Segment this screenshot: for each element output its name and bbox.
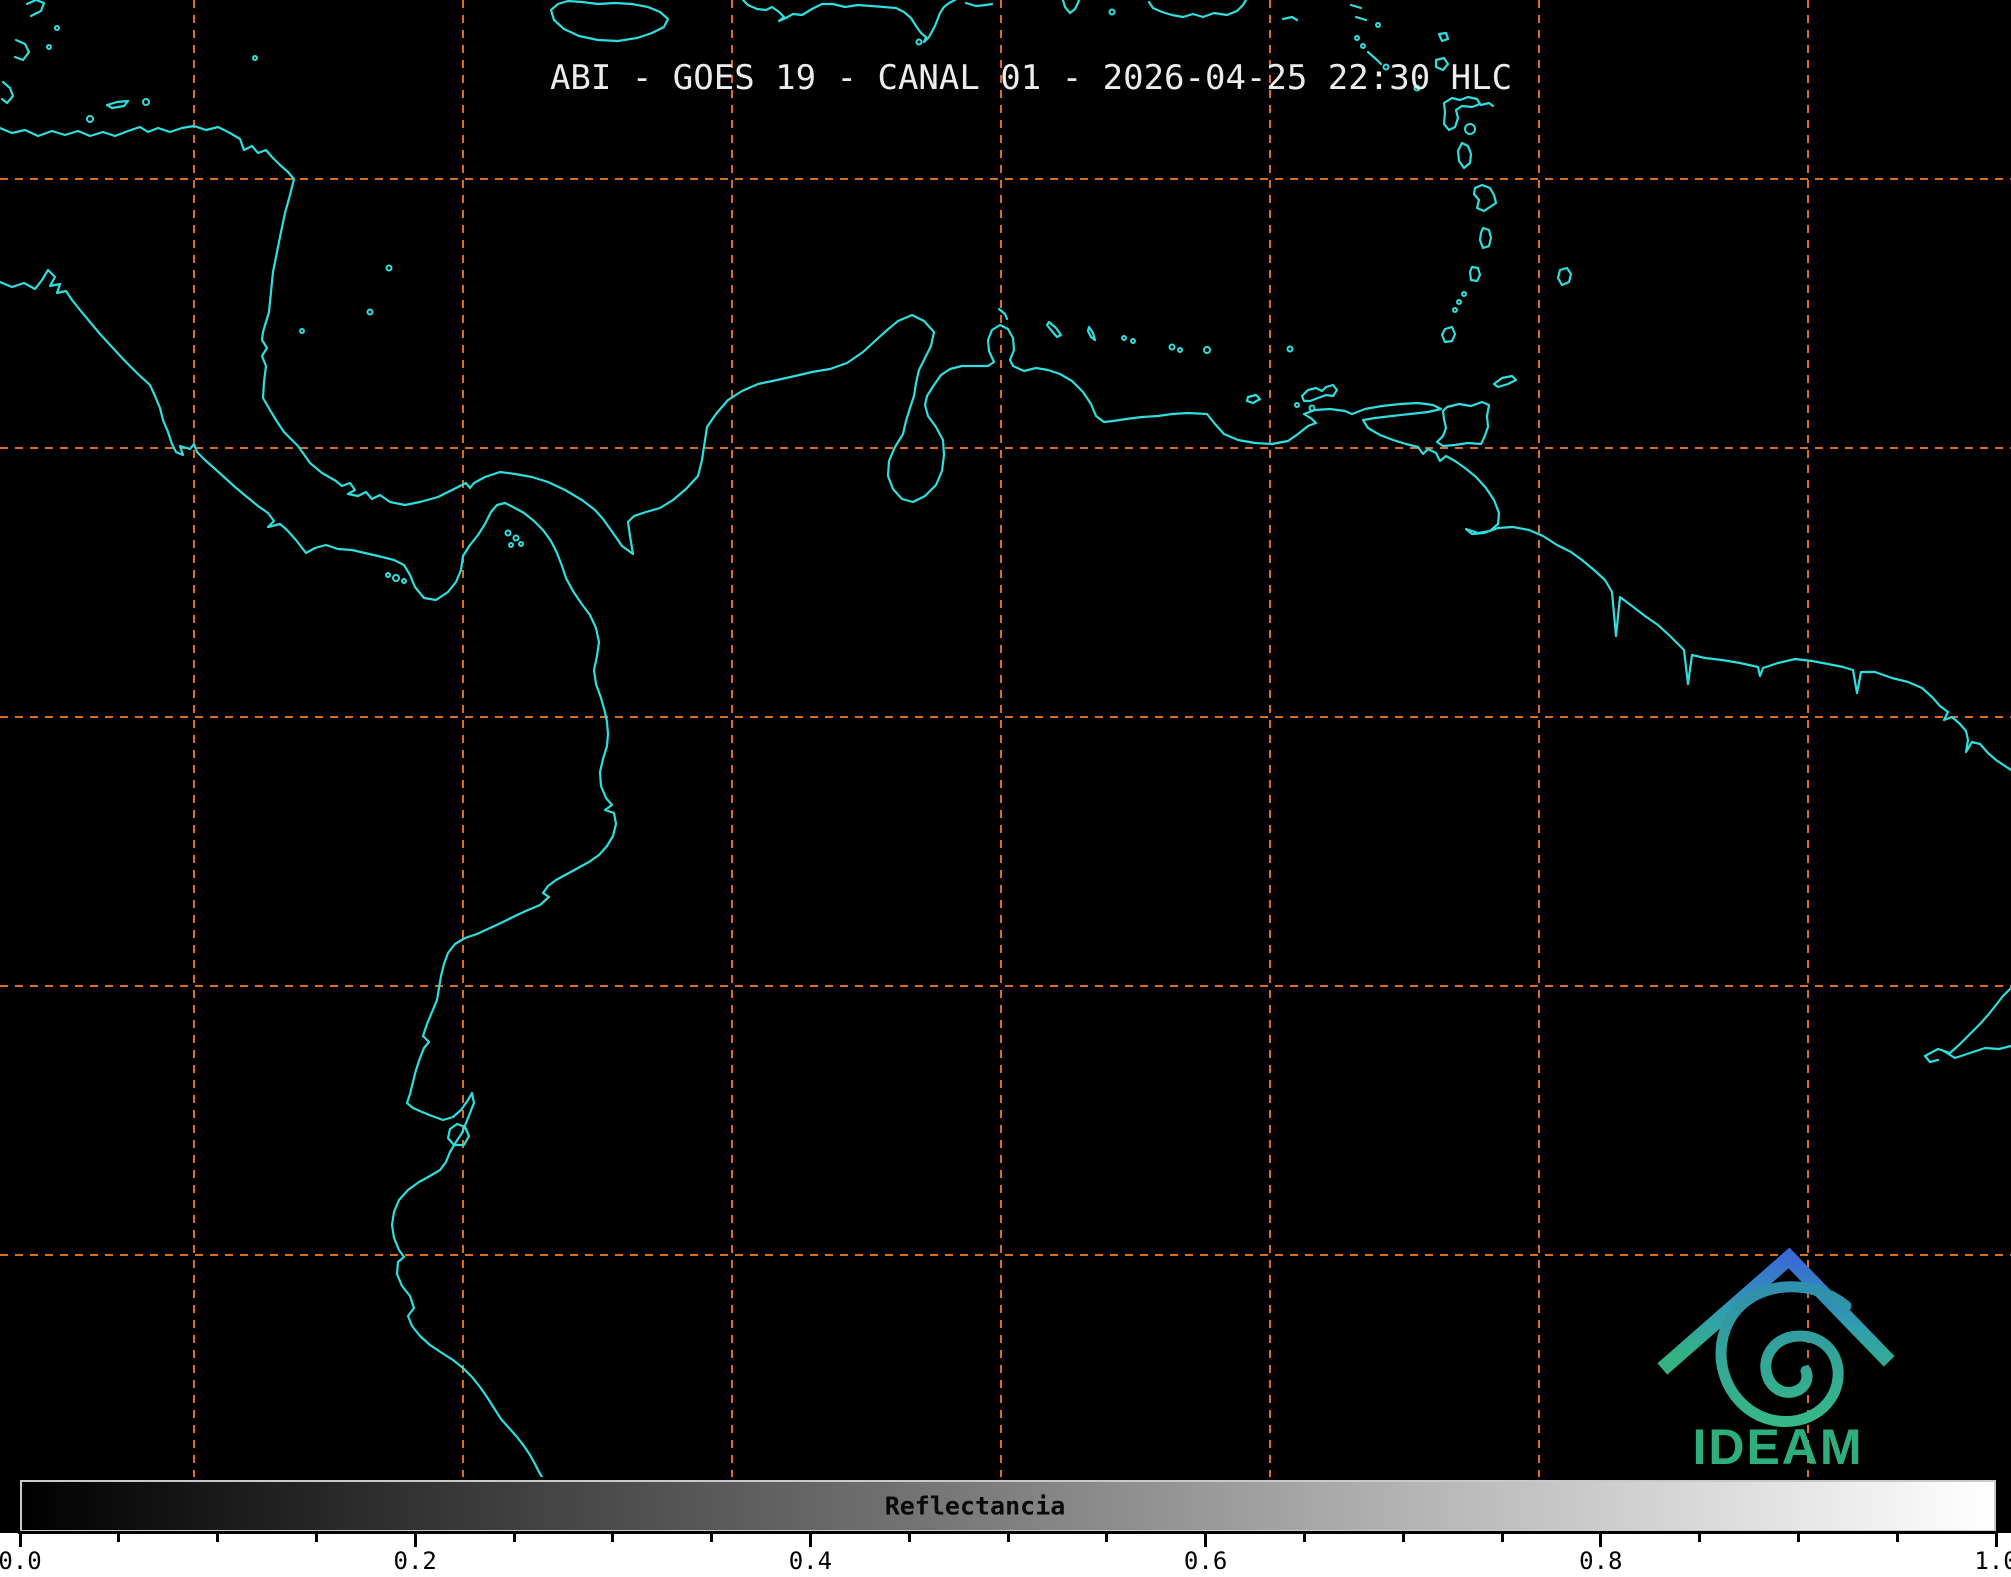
colorbar-tick-label: 0.2 [394, 1547, 437, 1575]
colorbar-tick-label: 0.6 [1184, 1547, 1227, 1575]
colorbar-major-tick [1995, 1533, 1998, 1547]
colorbar-tick-label: 0.8 [1579, 1547, 1622, 1575]
colorbar-axis-strip [0, 1533, 2011, 1577]
satellite-image-screen: IDEAM ABI - GOES 19 - CANAL 01 - 2026-04… [0, 0, 2011, 1577]
ideam-logo-text: IDEAM [1692, 1419, 1863, 1475]
colorbar-minor-tick [1105, 1533, 1108, 1542]
colorbar-major-tick [414, 1533, 417, 1547]
colorbar-label: Reflectancia [885, 1492, 1066, 1521]
colorbar-minor-tick [117, 1533, 120, 1542]
colorbar-tick-label: 1.0 [1974, 1547, 2011, 1575]
map-canvas: IDEAM [0, 0, 2011, 1477]
colorbar-minor-tick [1501, 1533, 1504, 1542]
colorbar-minor-tick [513, 1533, 516, 1542]
colorbar-major-tick [809, 1533, 812, 1547]
colorbar-minor-tick [1303, 1533, 1306, 1542]
colorbar-minor-tick [908, 1533, 911, 1542]
colorbar-major-tick [1599, 1533, 1602, 1547]
colorbar-major-tick [1204, 1533, 1207, 1547]
map-area: IDEAM ABI - GOES 19 - CANAL 01 - 2026-04… [0, 0, 2011, 1477]
colorbar-minor-tick [1007, 1533, 1010, 1542]
colorbar-tick-label: 0.4 [789, 1547, 832, 1575]
colorbar-major-tick [19, 1533, 22, 1547]
colorbar-minor-tick [1896, 1533, 1899, 1542]
colorbar-minor-tick [611, 1533, 614, 1542]
colorbar-minor-tick [710, 1533, 713, 1542]
colorbar-minor-tick [1402, 1533, 1405, 1542]
image-title: ABI - GOES 19 - CANAL 01 - 2026-04-25 22… [550, 58, 1512, 98]
colorbar-minor-tick [1698, 1533, 1701, 1542]
colorbar-minor-tick [315, 1533, 318, 1542]
colorbar-tick-label: 0.0 [0, 1547, 42, 1575]
colorbar-minor-tick [216, 1533, 219, 1542]
colorbar-minor-tick [1797, 1533, 1800, 1542]
